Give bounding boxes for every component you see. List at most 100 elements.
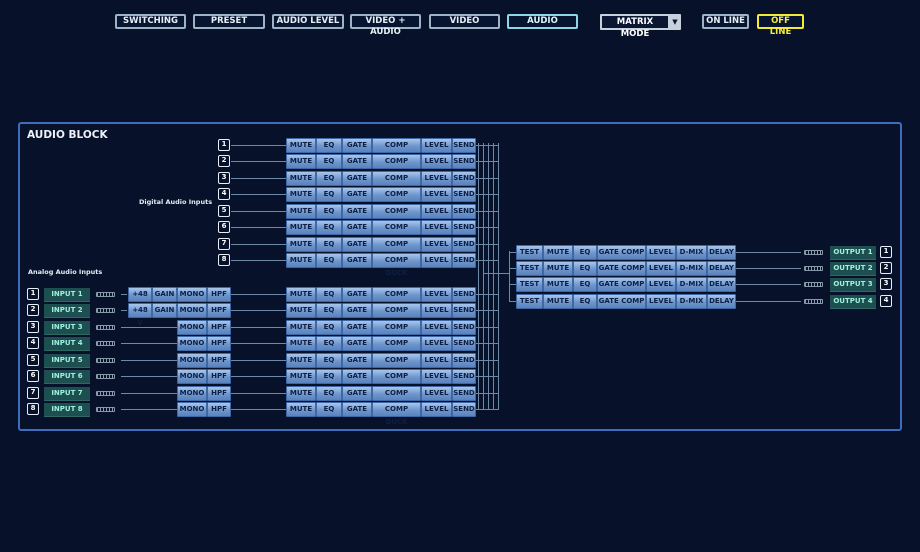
comp-duck-button[interactable]: COMP DUCK — [372, 154, 421, 178]
level-button[interactable]: LEVEL — [421, 253, 452, 268]
level-button[interactable]: LEVEL — [421, 187, 452, 202]
comp-duck-button[interactable]: COMP DUCK — [372, 187, 421, 211]
send-button[interactable]: SEND — [452, 138, 476, 153]
eq-button[interactable]: EQ — [316, 138, 342, 153]
eq-button[interactable]: EQ — [573, 245, 597, 260]
mono-button[interactable]: MONO — [177, 303, 207, 318]
d-mix-button[interactable]: D-MIX — [676, 277, 707, 292]
test-button[interactable]: TEST — [516, 294, 543, 309]
eq-button[interactable]: EQ — [316, 187, 342, 202]
delay-button[interactable]: DELAY — [707, 245, 736, 260]
hpf-button[interactable]: HPF — [207, 336, 231, 351]
level-button[interactable]: LEVEL — [421, 386, 452, 401]
gate-button[interactable]: GATE — [342, 303, 372, 318]
eq-button[interactable]: EQ — [316, 287, 342, 302]
phantom-power-button[interactable]: +48 V — [128, 303, 152, 327]
mono-button[interactable]: MONO — [177, 386, 207, 401]
comp-duck-button[interactable]: COMP DUCK — [372, 320, 421, 344]
mute-button[interactable]: MUTE — [286, 303, 316, 318]
mono-button[interactable]: MONO — [177, 336, 207, 351]
phantom-power-button[interactable]: +48 V — [128, 287, 152, 311]
eq-button[interactable]: EQ — [316, 336, 342, 351]
eq-button[interactable]: EQ — [316, 402, 342, 417]
hpf-button[interactable]: HPF — [207, 303, 231, 318]
level-button[interactable]: LEVEL — [646, 294, 676, 309]
mono-button[interactable]: MONO — [177, 353, 207, 368]
mute-button[interactable]: MUTE — [286, 386, 316, 401]
mute-button[interactable]: MUTE — [286, 336, 316, 351]
level-button[interactable]: LEVEL — [421, 320, 452, 335]
eq-button[interactable]: EQ — [316, 220, 342, 235]
delay-button[interactable]: DELAY — [707, 261, 736, 276]
mute-button[interactable]: MUTE — [286, 220, 316, 235]
gate-comp-button[interactable]: GATE COMP — [597, 261, 646, 276]
delay-button[interactable]: DELAY — [707, 277, 736, 292]
eq-button[interactable]: EQ — [316, 353, 342, 368]
gain-button[interactable]: GAIN — [152, 287, 177, 302]
eq-button[interactable]: EQ — [316, 237, 342, 252]
comp-duck-button[interactable]: COMP DUCK — [372, 369, 421, 393]
mono-button[interactable]: MONO — [177, 369, 207, 384]
eq-button[interactable]: EQ — [573, 261, 597, 276]
comp-duck-button[interactable]: COMP DUCK — [372, 336, 421, 360]
eq-button[interactable]: EQ — [316, 171, 342, 186]
send-button[interactable]: SEND — [452, 287, 476, 302]
tab-switching[interactable]: SWITCHING — [115, 14, 186, 29]
mute-button[interactable]: MUTE — [286, 237, 316, 252]
on-line-button[interactable]: ON LINE — [702, 14, 749, 29]
gate-button[interactable]: GATE — [342, 204, 372, 219]
gate-comp-button[interactable]: GATE COMP — [597, 277, 646, 292]
comp-duck-button[interactable]: COMP DUCK — [372, 237, 421, 261]
tab-audio-level[interactable]: AUDIO LEVEL — [272, 14, 344, 29]
d-mix-button[interactable]: D-MIX — [676, 294, 707, 309]
mono-button[interactable]: MONO — [177, 402, 207, 417]
comp-duck-button[interactable]: COMP DUCK — [372, 204, 421, 228]
gate-button[interactable]: GATE — [342, 402, 372, 417]
gate-button[interactable]: GATE — [342, 369, 372, 384]
eq-button[interactable]: EQ — [316, 204, 342, 219]
tab-video-audio[interactable]: VIDEO + AUDIO — [350, 14, 421, 37]
gate-button[interactable]: GATE — [342, 353, 372, 368]
send-button[interactable]: SEND — [452, 220, 476, 235]
level-button[interactable]: LEVEL — [421, 237, 452, 252]
delay-button[interactable]: DELAY — [707, 294, 736, 309]
send-button[interactable]: SEND — [452, 187, 476, 202]
chevron-down-icon[interactable]: ▼ — [671, 17, 679, 27]
gate-comp-button[interactable]: GATE COMP — [597, 294, 646, 309]
mute-button[interactable]: MUTE — [286, 253, 316, 268]
hpf-button[interactable]: HPF — [207, 287, 231, 302]
mute-button[interactable]: MUTE — [286, 204, 316, 219]
mute-button[interactable]: MUTE — [286, 138, 316, 153]
matrix-mode-dropdown[interactable]: MATRIX MODE ▼ — [600, 14, 681, 39]
send-button[interactable]: SEND — [452, 154, 476, 169]
mute-button[interactable]: MUTE — [286, 187, 316, 202]
tab-audio[interactable]: AUDIO — [507, 14, 578, 29]
hpf-button[interactable]: HPF — [207, 369, 231, 384]
gate-button[interactable]: GATE — [342, 138, 372, 153]
gate-comp-button[interactable]: GATE COMP — [597, 245, 646, 260]
send-button[interactable]: SEND — [452, 320, 476, 335]
level-button[interactable]: LEVEL — [421, 154, 452, 169]
level-button[interactable]: LEVEL — [421, 303, 452, 318]
send-button[interactable]: SEND — [452, 237, 476, 252]
mute-button[interactable]: MUTE — [286, 171, 316, 186]
eq-button[interactable]: EQ — [316, 253, 342, 268]
send-button[interactable]: SEND — [452, 204, 476, 219]
comp-duck-button[interactable]: COMP DUCK — [372, 287, 421, 311]
comp-duck-button[interactable]: COMP DUCK — [372, 303, 421, 327]
mute-button[interactable]: MUTE — [543, 245, 573, 260]
mono-button[interactable]: MONO — [177, 320, 207, 335]
d-mix-button[interactable]: D-MIX — [676, 261, 707, 276]
mute-button[interactable]: MUTE — [543, 277, 573, 292]
eq-button[interactable]: EQ — [316, 154, 342, 169]
hpf-button[interactable]: HPF — [207, 386, 231, 401]
comp-duck-button[interactable]: COMP DUCK — [372, 171, 421, 195]
gain-button[interactable]: GAIN — [152, 303, 177, 318]
gate-button[interactable]: GATE — [342, 220, 372, 235]
level-button[interactable]: LEVEL — [646, 245, 676, 260]
level-button[interactable]: LEVEL — [421, 171, 452, 186]
mono-button[interactable]: MONO — [177, 287, 207, 302]
level-button[interactable]: LEVEL — [421, 287, 452, 302]
eq-button[interactable]: EQ — [316, 303, 342, 318]
level-button[interactable]: LEVEL — [421, 402, 452, 417]
